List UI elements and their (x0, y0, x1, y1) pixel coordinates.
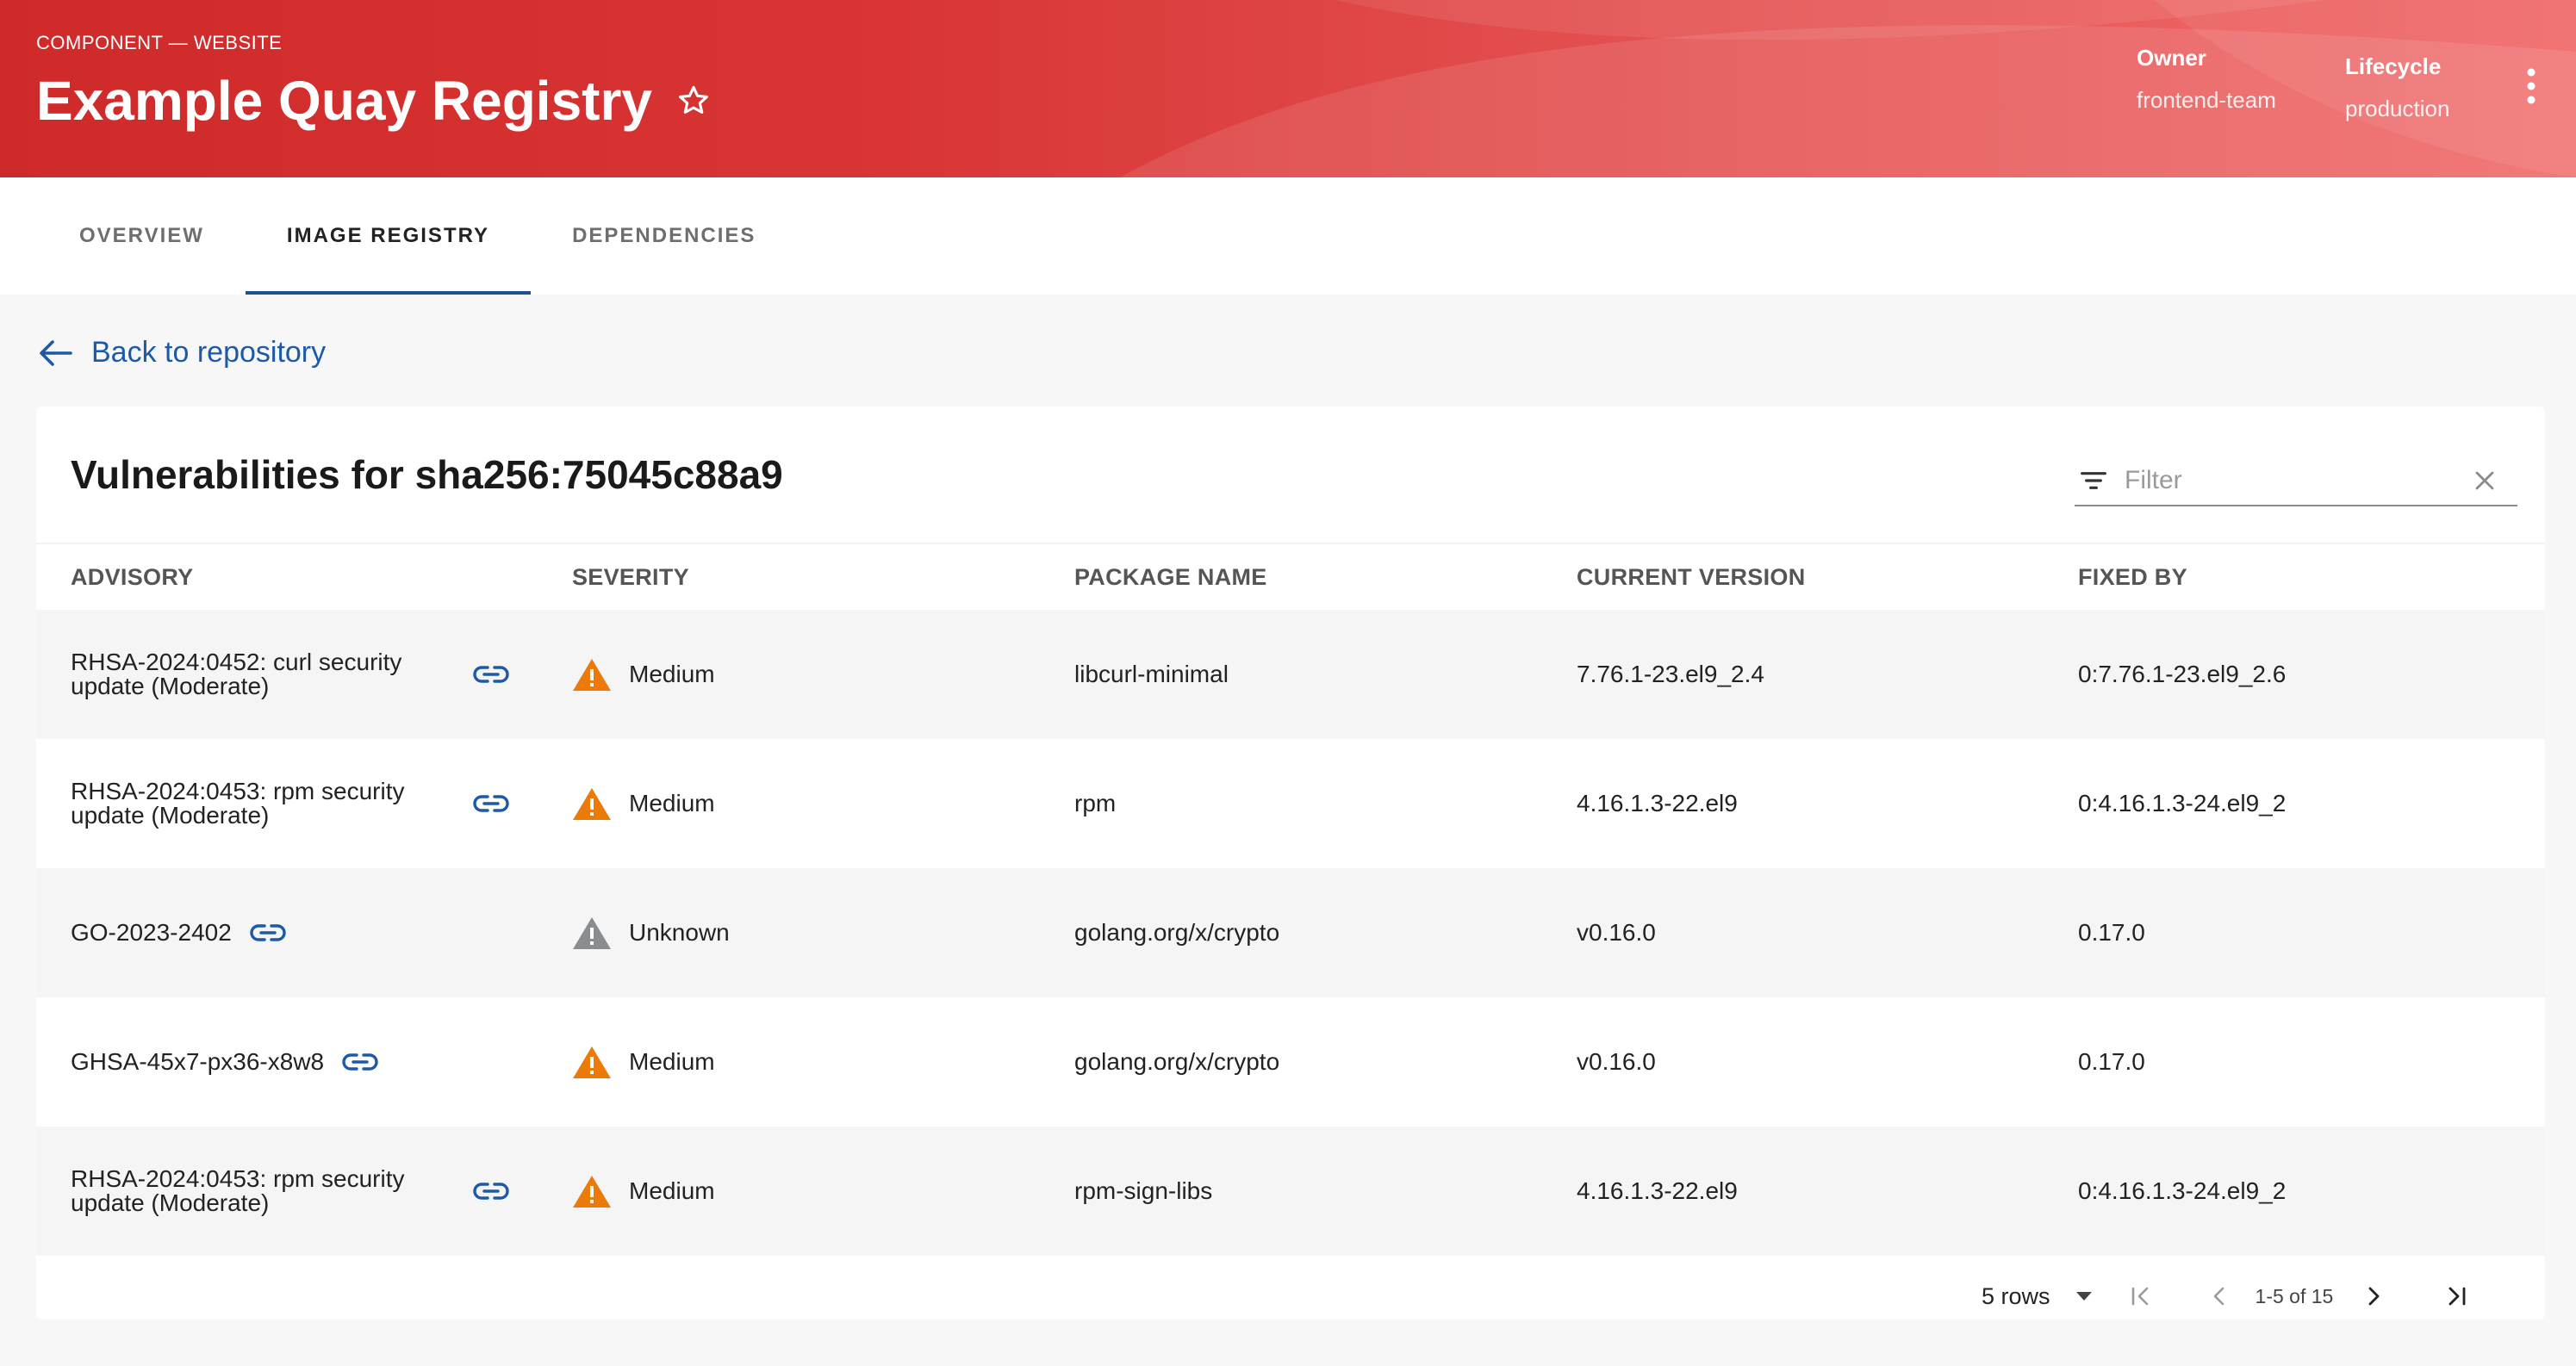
advisory-id: GO-2023-2402 (71, 919, 232, 946)
severity-label: Medium (629, 1177, 715, 1204)
advisory-cell: RHSA-2024:0453: rpm security update (Mod… (71, 779, 510, 828)
card-title: Vulnerabilities for sha256:75045c88a9 (71, 452, 783, 497)
last-page-icon[interactable] (2442, 1282, 2471, 1311)
lifecycle-meta: Lifecycle production (2345, 53, 2449, 122)
fixed-by: 0:7.76.1-23.el9_2.6 (2078, 661, 2287, 687)
arrow-left-icon (40, 339, 72, 366)
link-icon[interactable] (472, 792, 510, 816)
current-version: 4.16.1.3-22.el9 (1577, 790, 1738, 816)
caret-down-icon (2075, 1292, 2092, 1301)
rows-per-page-value: 5 rows (1982, 1282, 2050, 1309)
severity-cell: Medium (572, 657, 715, 692)
current-version: 7.76.1-23.el9_2.4 (1577, 661, 1764, 687)
severity-cell: Medium (572, 786, 715, 821)
vulnerabilities-card: Vulnerabilities for sha256:75045c88a9 AD… (36, 407, 2545, 1319)
severity-cell: Medium (572, 1045, 715, 1079)
rows-per-page-select[interactable]: 5 rows (1982, 1283, 2094, 1310)
tab-overview[interactable]: OVERVIEW (41, 177, 246, 295)
package-name: libcurl-minimal (1074, 661, 1229, 687)
filter-list-icon (2081, 472, 2106, 489)
page-title: Example Quay Registry (36, 70, 652, 132)
fixed-by: 0:4.16.1.3-24.el9_2 (2078, 790, 2287, 816)
warning-icon (573, 1046, 611, 1078)
pagination: 5 rows 1-5 of 15 (1982, 1275, 2471, 1318)
tab-bar: OVERVIEW IMAGE REGISTRY DEPENDENCIES (0, 177, 2576, 295)
current-version: v0.16.0 (1577, 1048, 1656, 1075)
column-header-fixed-by[interactable]: FIXED BY (2078, 564, 2187, 591)
next-page-icon[interactable] (2359, 1282, 2388, 1311)
back-link-label: Back to repository (91, 336, 327, 369)
severity-cell: Medium (572, 1174, 715, 1208)
package-name: golang.org/x/crypto (1074, 919, 1280, 946)
filter-input[interactable] (2111, 466, 2469, 495)
advisory-id: GHSA-45x7-px36-x8w8 (71, 1048, 325, 1075)
page-title-row: Example Quay Registry (36, 69, 712, 133)
fixed-by: 0.17.0 (2078, 919, 2145, 946)
advisory-id: RHSA-2024:0452: curl security update (Mo… (71, 649, 402, 699)
tab-dependencies[interactable]: DEPENDENCIES (531, 177, 797, 295)
more-vert-icon[interactable] (2516, 65, 2547, 108)
link-icon[interactable] (249, 921, 287, 945)
back-to-repository-link[interactable]: Back to repository (38, 336, 326, 369)
current-version: v0.16.0 (1577, 919, 1656, 946)
page-header: COMPONENT — WEBSITE Example Quay Registr… (0, 0, 2576, 177)
package-name: rpm (1074, 790, 1117, 816)
severity-label: Medium (629, 790, 715, 816)
table-row: RHSA-2024:0453: rpm security update (Mod… (36, 739, 2545, 868)
component-kicker: COMPONENT — WEBSITE (36, 32, 283, 53)
severity-label: Medium (629, 1048, 715, 1075)
vulnerabilities-table: ADVISORY SEVERITY PACKAGE NAME CURRENT V… (36, 543, 2545, 1256)
package-name: rpm-sign-libs (1074, 1177, 1213, 1204)
table-row: RHSA-2024:0453: rpm security update (Mod… (36, 1127, 2545, 1256)
advisory-cell: RHSA-2024:0453: rpm security update (Mod… (71, 1167, 510, 1215)
column-header-package-name[interactable]: PACKAGE NAME (1074, 564, 1267, 591)
column-header-severity[interactable]: SEVERITY (572, 564, 689, 591)
column-header-advisory[interactable]: ADVISORY (71, 564, 553, 591)
advisory-cell: GO-2023-2402 (71, 921, 553, 945)
first-page-icon[interactable] (2126, 1282, 2156, 1311)
previous-page-icon[interactable] (2206, 1282, 2235, 1311)
warning-icon (573, 1176, 611, 1208)
tab-image-registry[interactable]: IMAGE REGISTRY (245, 177, 532, 295)
fixed-by: 0:4.16.1.3-24.el9_2 (2078, 1177, 2287, 1204)
severity-label: Medium (629, 661, 715, 687)
link-icon[interactable] (472, 1179, 510, 1203)
warning-icon (573, 917, 611, 949)
link-icon[interactable] (472, 662, 510, 686)
star-icon[interactable] (675, 82, 712, 120)
table-header: ADVISORY SEVERITY PACKAGE NAME CURRENT V… (36, 543, 2545, 610)
lifecycle-value: production (2345, 96, 2450, 121)
table-row: GHSA-45x7-px36-x8w8 Medium golang.org/x/… (36, 997, 2545, 1127)
advisory-id: RHSA-2024:0453: rpm security update (Mod… (71, 778, 405, 829)
page-range: 1-5 of 15 (2255, 1284, 2334, 1307)
fixed-by: 0.17.0 (2078, 1048, 2145, 1075)
severity-label: Unknown (629, 919, 730, 946)
severity-cell: Unknown (572, 916, 730, 950)
table-row: GO-2023-2402 Unknown golang.org/x/crypto… (36, 868, 2545, 997)
table-row: RHSA-2024:0452: curl security update (Mo… (36, 610, 2545, 739)
link-icon[interactable] (341, 1050, 379, 1074)
clear-icon[interactable] (2469, 465, 2500, 496)
advisory-id: RHSA-2024:0453: rpm security update (Mod… (71, 1165, 405, 1216)
warning-icon (573, 788, 611, 820)
package-name: golang.org/x/crypto (1074, 1048, 1280, 1075)
current-version: 4.16.1.3-22.el9 (1577, 1177, 1738, 1204)
owner-meta: Owner frontend-team (2137, 45, 2276, 114)
advisory-cell: GHSA-45x7-px36-x8w8 (71, 1050, 553, 1074)
lifecycle-label: Lifecycle (2345, 53, 2442, 79)
owner-label: Owner (2137, 45, 2206, 71)
warning-icon (573, 659, 611, 691)
filter-field (2075, 456, 2517, 506)
column-header-current-version[interactable]: CURRENT VERSION (1577, 564, 1806, 591)
advisory-cell: RHSA-2024:0452: curl security update (Mo… (71, 650, 510, 699)
owner-value: frontend-team (2137, 87, 2276, 113)
